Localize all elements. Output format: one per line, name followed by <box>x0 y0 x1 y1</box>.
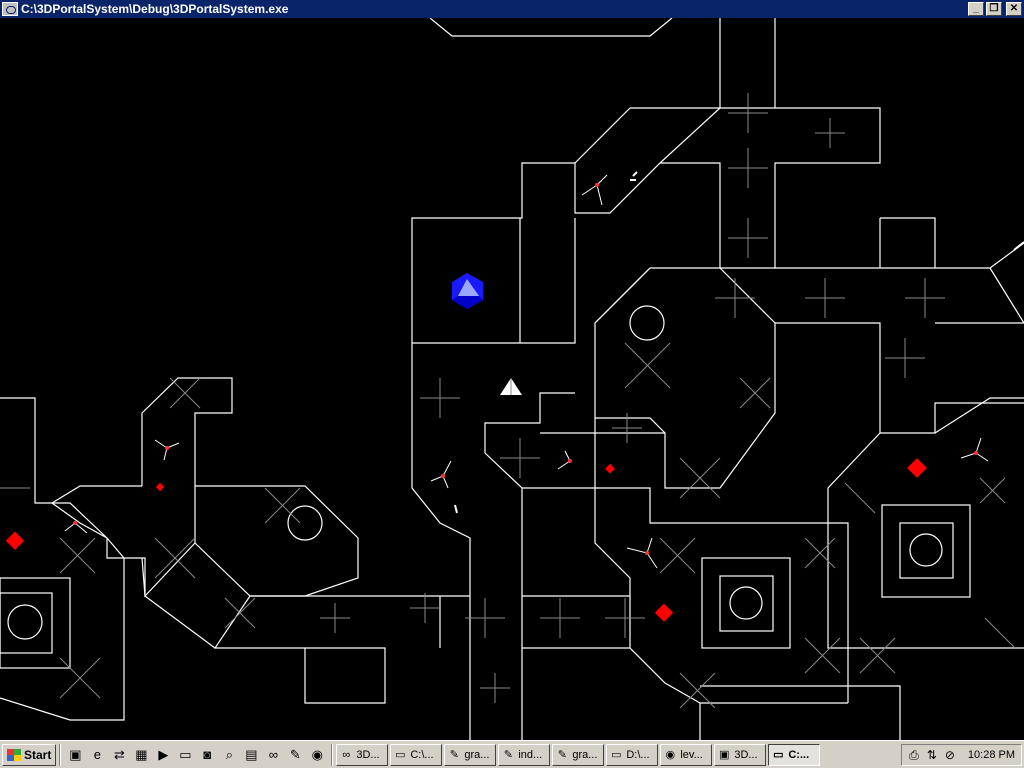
system-tray: ⎙ ⇅ ⊘ 10:28 PM <box>900 743 1022 766</box>
taskbar-button[interactable]: ▭ D:\... <box>606 743 659 766</box>
notepad-icon: ✎ <box>503 748 513 761</box>
internet-explorer-icon[interactable]: e <box>87 745 107 765</box>
enemy-marker <box>605 463 615 474</box>
notepad-icon: ✎ <box>449 748 459 761</box>
start-button[interactable]: Start <box>2 743 57 766</box>
player-marker <box>452 273 483 309</box>
3d-viewport[interactable] <box>0 18 1024 740</box>
taskbar: Start ▣ e ⇄ ▦ ▶ ▭ ◙ ⌕ ▤ ∞ ✎ ◉ ∞ 3D... ▭ C:\... ✎ gra... ✎… <box>0 740 1024 768</box>
console-icon: ▭ <box>773 748 784 761</box>
enemy-markers <box>5 458 927 622</box>
taskbar-button-label: ind... <box>518 748 543 761</box>
folder-icon: ▭ <box>395 748 406 761</box>
windows-logo-icon <box>7 748 21 761</box>
tools-icon[interactable]: ✎ <box>285 745 305 765</box>
folder-icon: ▭ <box>611 748 622 761</box>
creature-markers <box>64 174 989 569</box>
pickup-marker <box>500 378 522 395</box>
window-title: C:\3DPortalSystem\Debug\3DPortalSystem.e… <box>21 2 289 16</box>
item-marker <box>1013 241 1024 251</box>
taskbar-button-label: C:\... <box>410 748 434 761</box>
enemy-marker <box>155 482 165 492</box>
network-icon[interactable]: ⇄ <box>109 745 129 765</box>
application-icon: ▣ <box>719 748 730 761</box>
close-button[interactable]: ✕ <box>1006 2 1022 16</box>
taskbar-button-label: gra... <box>464 748 490 761</box>
enemy-marker <box>654 603 674 622</box>
minimize-button[interactable]: _ <box>968 2 984 16</box>
show-desktop-icon[interactable]: ▣ <box>65 745 85 765</box>
creature-eyes <box>73 183 978 555</box>
firefox-icon: ◉ <box>665 748 676 761</box>
start-label: Start <box>24 747 52 762</box>
media-player-icon[interactable]: ▶ <box>153 745 173 765</box>
visual-studio-icon: ∞ <box>342 748 351 761</box>
taskbar-button[interactable]: ✎ gra... <box>552 743 605 766</box>
console-app-icon[interactable] <box>2 2 18 16</box>
quick-launch-toolbar: ▣ e ⇄ ▦ ▶ ▭ ◙ ⌕ ▤ ∞ ✎ ◉ <box>64 745 328 765</box>
calculator-icon[interactable]: ▦ <box>131 745 151 765</box>
display-icon[interactable]: ▤ <box>241 745 261 765</box>
level-map <box>0 18 1024 740</box>
search-icon[interactable]: ⌕ <box>219 745 239 765</box>
taskbar-button[interactable]: ✎ ind... <box>498 743 551 766</box>
taskbar-button[interactable]: ▭ C:\... <box>390 743 443 766</box>
enemy-marker <box>5 531 25 550</box>
taskbar-button-label: gra... <box>572 748 598 761</box>
volume-muted-icon[interactable]: ⊘ <box>942 747 958 763</box>
network-tray-icon[interactable]: ⇅ <box>924 747 940 763</box>
enemy-marker <box>907 458 927 478</box>
disk-icon[interactable]: ◙ <box>197 745 217 765</box>
taskbar-button[interactable]: ✎ gra... <box>444 743 497 766</box>
notepad-icon: ✎ <box>557 748 567 761</box>
printer-icon[interactable]: ⎙ <box>906 747 922 763</box>
taskbar-button-label: 3D... <box>356 748 380 761</box>
grid-markers <box>0 93 1016 709</box>
task-buttons: ∞ 3D... ▭ C:\... ✎ gra... ✎ ind... ✎ gra... ▭ D:\..… <box>336 743 822 766</box>
clock[interactable]: 10:28 PM <box>968 749 1015 761</box>
computer-icon[interactable]: ▭ <box>175 745 195 765</box>
taskbar-button-label: C:... <box>788 748 810 761</box>
visual-studio-icon[interactable]: ∞ <box>263 745 283 765</box>
window-titlebar[interactable]: C:\3DPortalSystem\Debug\3DPortalSystem.e… <box>0 0 1024 18</box>
taskbar-button-label: 3D... <box>734 748 758 761</box>
taskbar-button[interactable]: ▭ C:... <box>768 743 821 766</box>
firefox-icon[interactable]: ◉ <box>307 745 327 765</box>
maximize-button[interactable]: ❐ <box>986 2 1002 16</box>
taskbar-button[interactable]: ∞ 3D... <box>336 743 389 766</box>
taskbar-button[interactable]: ◉ lev... <box>660 743 713 766</box>
taskbar-button-label: D:\... <box>626 748 650 761</box>
taskbar-separator <box>331 743 334 766</box>
taskbar-button-label: lev... <box>680 748 703 761</box>
level-walls <box>0 18 1024 740</box>
taskbar-separator <box>59 743 62 766</box>
taskbar-button[interactable]: ▣ 3D... <box>714 743 767 766</box>
